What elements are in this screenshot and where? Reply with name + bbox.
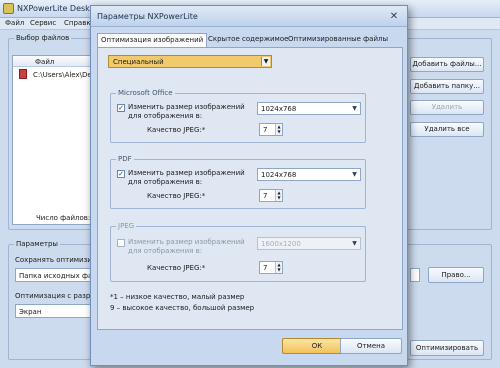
file-column-header[interactable]: Файл [35, 58, 54, 66]
chevron-down-icon[interactable]: ▼ [261, 57, 270, 66]
save-path-field[interactable] [410, 268, 420, 282]
params-group-label: Параметры [14, 240, 60, 248]
pdf-file-icon [19, 69, 27, 79]
file-count-label: Число файлов: 1 [36, 214, 97, 222]
tab-image-optimization[interactable]: Оптимизация изображений [97, 33, 208, 48]
chevron-down-icon[interactable]: ▼ [350, 239, 359, 248]
pdf-group: PDF ✓ Изменить размер изображений для от… [110, 155, 366, 209]
image-optimization-panel: Специальный ▼ Microsoft Office ✓ Изменит… [97, 47, 403, 330]
pdf-quality-value: 7 [263, 192, 268, 200]
file-path: C:\Users\Alex\De [33, 71, 92, 79]
jpeg-group-title: JPEG [116, 222, 137, 230]
tab-optimized-files[interactable]: Оптимизированные файлы [285, 33, 391, 47]
tab-strip: Оптимизация изображений Скрытое содержим… [97, 33, 403, 48]
office-resize-checkbox[interactable]: ✓ [117, 104, 125, 112]
remove-button[interactable]: Удалить [410, 100, 484, 115]
jpeg-resize-label: Изменить размер изображений для отображе… [128, 238, 245, 255]
save-location-select[interactable]: Папка исходных файл [15, 268, 95, 282]
file-row[interactable]: C:\Users\Alex\De [13, 69, 93, 80]
optimize-for-select[interactable]: Экран [15, 304, 95, 318]
jpeg-quality-value: 7 [263, 264, 268, 272]
quality-note-high: 9 – высокое качество, большой размер [110, 304, 255, 312]
jpeg-group: JPEG Изменить размер изображений для ото… [110, 222, 366, 282]
jpeg-resize-checkbox[interactable] [117, 239, 125, 247]
office-resolution-select[interactable]: 1024x768 ▼ [257, 102, 361, 115]
office-resize-label: Изменить размер изображений для отображе… [128, 103, 245, 120]
office-group-title: Microsoft Office [116, 89, 175, 97]
jpeg-quality-label: Качество JPEG:* [147, 264, 206, 272]
office-quality-label: Качество JPEG:* [147, 126, 206, 134]
chevron-down-icon[interactable]: ▼ [350, 104, 359, 113]
spin-arrows-icon[interactable]: ▲ ▼ [275, 190, 282, 201]
jpeg-resolution-select[interactable]: 1600x1200 ▼ [257, 237, 361, 250]
pdf-quality-stepper[interactable]: 7 ▲ ▼ [259, 189, 283, 202]
app-icon [3, 3, 14, 14]
dialog-title-bar[interactable]: Параметры NXPowerLite ✕ [91, 6, 407, 27]
pdf-quality-label: Качество JPEG:* [147, 192, 206, 200]
remove-all-button[interactable]: Удалить все [410, 122, 484, 137]
cancel-button[interactable]: Отмена [340, 338, 402, 354]
office-quality-stepper[interactable]: 7 ▲ ▼ [259, 123, 283, 136]
menu-file[interactable]: Файл [5, 19, 24, 27]
pdf-group-title: PDF [116, 155, 134, 163]
spin-arrows-icon[interactable]: ▲ ▼ [275, 124, 282, 135]
file-list-header: Файл [13, 56, 93, 67]
profile-select[interactable]: Специальный ▼ [108, 55, 272, 68]
jpeg-resolution-value: 1600x1200 [261, 240, 301, 248]
save-location-label: Сохранять оптимизир [15, 256, 97, 264]
browse-button[interactable]: Право... [428, 267, 484, 283]
office-group: Microsoft Office ✓ Изменить размер изобр… [110, 89, 366, 143]
quality-note-low: *1 – низкое качество, малый размер [110, 293, 245, 301]
office-resolution-value: 1024x768 [261, 105, 297, 113]
profile-value: Специальный [113, 58, 164, 66]
close-icon[interactable]: ✕ [386, 10, 402, 23]
dialog-title: Параметры NXPowerLite [97, 12, 198, 21]
pdf-resize-label: Изменить размер изображений для отображе… [128, 169, 245, 186]
spin-arrows-icon[interactable]: ▲ ▼ [275, 262, 282, 273]
settings-dialog: Параметры NXPowerLite ✕ Оптимизация изоб… [90, 5, 408, 366]
pdf-resize-checkbox[interactable]: ✓ [117, 170, 125, 178]
file-list[interactable]: Файл C:\Users\Alex\De [12, 55, 94, 225]
optimize-for-label: Оптимизация с разреш [15, 292, 101, 300]
pdf-resolution-select[interactable]: 1024x768 ▼ [257, 168, 361, 181]
pdf-resolution-value: 1024x768 [261, 171, 297, 179]
menu-service[interactable]: Сервис [30, 19, 56, 27]
add-files-button[interactable]: Добавить файлы... [410, 57, 484, 72]
chevron-down-icon[interactable]: ▼ [350, 170, 359, 179]
files-group-label: Выбор файлов [14, 34, 72, 42]
add-folder-button[interactable]: Добавить папку... [410, 79, 484, 94]
optimize-button[interactable]: Оптимизировать [410, 340, 484, 356]
tab-hidden-content[interactable]: Скрытое содержимое [205, 33, 291, 47]
office-quality-value: 7 [263, 126, 268, 134]
jpeg-quality-stepper[interactable]: 7 ▲ ▼ [259, 261, 283, 274]
